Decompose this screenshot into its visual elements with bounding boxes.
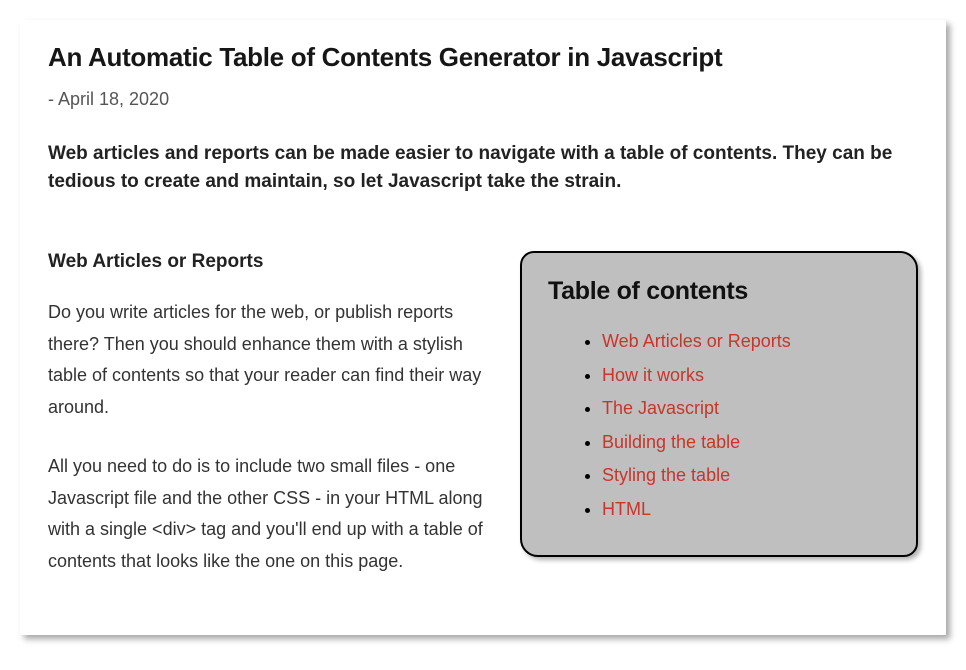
toc-list: Web Articles or Reports How it works The… (548, 326, 890, 525)
article-lead: Web articles and reports can be made eas… (48, 140, 918, 195)
table-of-contents: Table of contents Web Articles or Report… (520, 251, 918, 557)
content-row: Web Articles or Reports Do you write art… (48, 251, 918, 605)
article-date: - April 18, 2020 (48, 89, 918, 110)
toc-link[interactable]: Web Articles or Reports (602, 331, 791, 351)
toc-link[interactable]: Styling the table (602, 465, 730, 485)
section-heading: Web Articles or Reports (48, 251, 496, 273)
toc-link[interactable]: How it works (602, 365, 704, 385)
toc-item: How it works (602, 360, 890, 392)
toc-link[interactable]: Building the table (602, 432, 740, 452)
toc-item: Web Articles or Reports (602, 326, 890, 358)
article-paragraph: All you need to do is to include two sma… (48, 451, 496, 577)
article-page: An Automatic Table of Contents Generator… (20, 20, 946, 635)
toc-link[interactable]: HTML (602, 499, 651, 519)
toc-link[interactable]: The Javascript (602, 398, 719, 418)
toc-item: The Javascript (602, 393, 890, 425)
article-paragraph: Do you write articles for the web, or pu… (48, 297, 496, 423)
toc-title: Table of contents (548, 277, 890, 306)
article-title: An Automatic Table of Contents Generator… (48, 42, 918, 73)
article-body: Web Articles or Reports Do you write art… (48, 251, 496, 605)
toc-item: Styling the table (602, 460, 890, 492)
toc-item: Building the table (602, 427, 890, 459)
toc-item: HTML (602, 494, 890, 526)
